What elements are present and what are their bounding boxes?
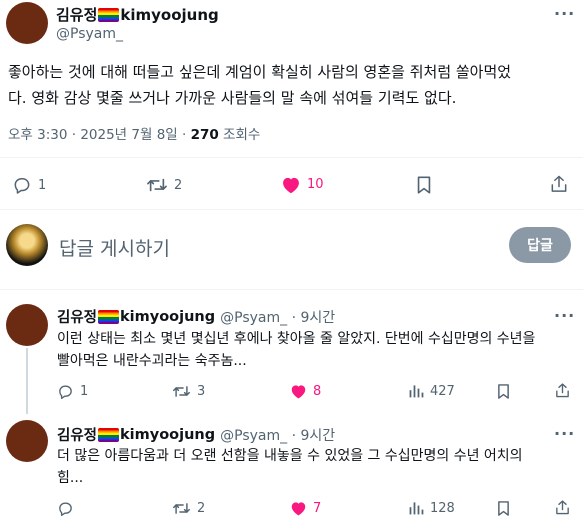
like-button[interactable]: 7 [290, 500, 321, 516]
reply-button[interactable]: 1 [57, 383, 88, 400]
reply-text-line: 힘... [57, 470, 84, 486]
bookmark-icon [417, 176, 431, 194]
share-icon [556, 383, 569, 398]
repost-icon [173, 503, 190, 514]
repost-button[interactable]: 3 [172, 383, 205, 400]
reply-icon [59, 502, 72, 516]
reply-avatar[interactable] [6, 420, 48, 462]
more-icon[interactable]: ··· [554, 306, 575, 325]
share-icon [556, 500, 569, 515]
repost-count: 2 [174, 177, 183, 193]
divider [0, 289, 583, 290]
reply-author[interactable]: 김유정 kimyoojung @Psyam_ · 9시간 [57, 306, 335, 327]
like-button[interactable]: 10 [281, 175, 324, 194]
view-count: 270 [190, 127, 219, 143]
heart-icon [283, 177, 299, 194]
reply-text-line: 더 많은 아름다움과 더 오랜 선함을 내놓을 수 있었을 그 수십만명의 수년… [57, 448, 523, 464]
reply-input[interactable]: 답글 게시하기 [59, 234, 170, 261]
reply-count: 1 [38, 177, 47, 193]
post-text-line: 좋아하는 것에 대해 떠들고 싶은데 계엄이 확실히 사람의 영혼을 쥐처럼 쏠… [8, 63, 512, 81]
username-suffix: kimyoojung [120, 426, 216, 443]
reply-avatar[interactable] [6, 304, 48, 346]
reply-text: 이런 상태는 최소 몇년 몇십년 후에나 찾아올 줄 알았지. 단번에 수십만명… [57, 328, 535, 372]
views-button[interactable]: 128 [408, 500, 455, 516]
like-count: 7 [313, 500, 322, 516]
reply-text: 더 많은 아름다움과 더 오랜 선함을 내놓을 수 있었을 그 수십만명의 수년… [57, 445, 523, 489]
thread-line [26, 348, 28, 414]
bookmark-button[interactable] [415, 175, 433, 195]
bookmark-button[interactable] [496, 500, 511, 517]
reply-text-line: 이런 상태는 최소 몇년 몇십년 후에나 찾아올 줄 알았지. 단번에 수십만명… [57, 331, 536, 347]
rainbow-flag-icon [98, 7, 120, 22]
repost-button[interactable]: 2 [172, 500, 205, 517]
reply-icon [14, 178, 30, 194]
rainbow-flag-icon [98, 427, 120, 442]
repost-count: 3 [197, 384, 206, 399]
reply-handle-time: @Psyam_ · 9시간 [220, 309, 336, 326]
reply-icon [59, 385, 72, 399]
username-suffix: kimyoojung [120, 308, 216, 325]
more-icon[interactable]: ··· [554, 4, 575, 23]
post-text: 좋아하는 것에 대해 떠들고 싶은데 계엄이 확실히 사람의 영혼을 쥐처럼 쏠… [8, 59, 578, 111]
reply-button[interactable]: 1 [12, 175, 46, 195]
reply-button[interactable] [57, 500, 80, 517]
repost-count: 2 [197, 501, 206, 516]
display-name: 김유정 [56, 6, 98, 24]
reply-author[interactable]: 김유정 kimyoojung @Psyam_ · 9시간 [57, 424, 335, 445]
views-button[interactable]: 427 [408, 383, 455, 399]
view-count: 427 [430, 383, 455, 399]
reply-handle-time: @Psyam_ · 9시간 [220, 427, 336, 444]
bookmark-icon [498, 501, 509, 516]
repost-button[interactable]: 2 [146, 175, 182, 195]
display-name: 김유정 [57, 428, 98, 444]
like-count: 10 [307, 177, 324, 192]
view-count: 128 [430, 500, 455, 516]
like-button[interactable]: 8 [290, 383, 321, 399]
views-icon [409, 502, 424, 515]
viewer-avatar[interactable] [6, 224, 48, 266]
username-suffix: kimyoojung [120, 5, 219, 24]
author-name[interactable]: 김유정 kimyoojung [56, 4, 219, 25]
share-button[interactable] [549, 174, 569, 194]
display-name: 김유정 [57, 310, 98, 326]
share-icon [551, 175, 567, 192]
author-handle[interactable]: @Psyam_ [56, 26, 123, 42]
views-icon [409, 385, 424, 398]
views-label: 조회수 [218, 127, 261, 143]
heart-icon [291, 385, 306, 399]
heart-icon [291, 502, 306, 516]
rainbow-flag-icon [98, 309, 120, 324]
reply-count: 1 [80, 384, 89, 399]
post-meta: 오후 3:30 · 2025년 7월 8일 · 270 조회수 [8, 123, 260, 143]
divider [0, 157, 583, 158]
timestamp[interactable]: 오후 3:30 · 2025년 7월 8일 · [8, 127, 191, 143]
like-count: 8 [313, 383, 322, 399]
post-text-line: 다. 영화 감상 몇줄 쓰거나 가까운 사람들의 말 속에 섞여들 기력도 없다… [8, 89, 457, 107]
more-icon[interactable]: ··· [554, 424, 575, 443]
author-avatar[interactable] [6, 2, 48, 44]
divider [0, 209, 583, 210]
repost-icon [173, 386, 190, 397]
repost-icon [147, 178, 167, 192]
reply-text-line: 빨아먹은 내란수괴라는 숙주놈... [57, 353, 247, 369]
bookmark-button[interactable] [496, 383, 511, 400]
bookmark-icon [498, 384, 509, 399]
share-button[interactable] [554, 382, 571, 399]
reply-submit-button[interactable]: 답글 [509, 227, 571, 263]
share-button[interactable] [554, 499, 571, 516]
